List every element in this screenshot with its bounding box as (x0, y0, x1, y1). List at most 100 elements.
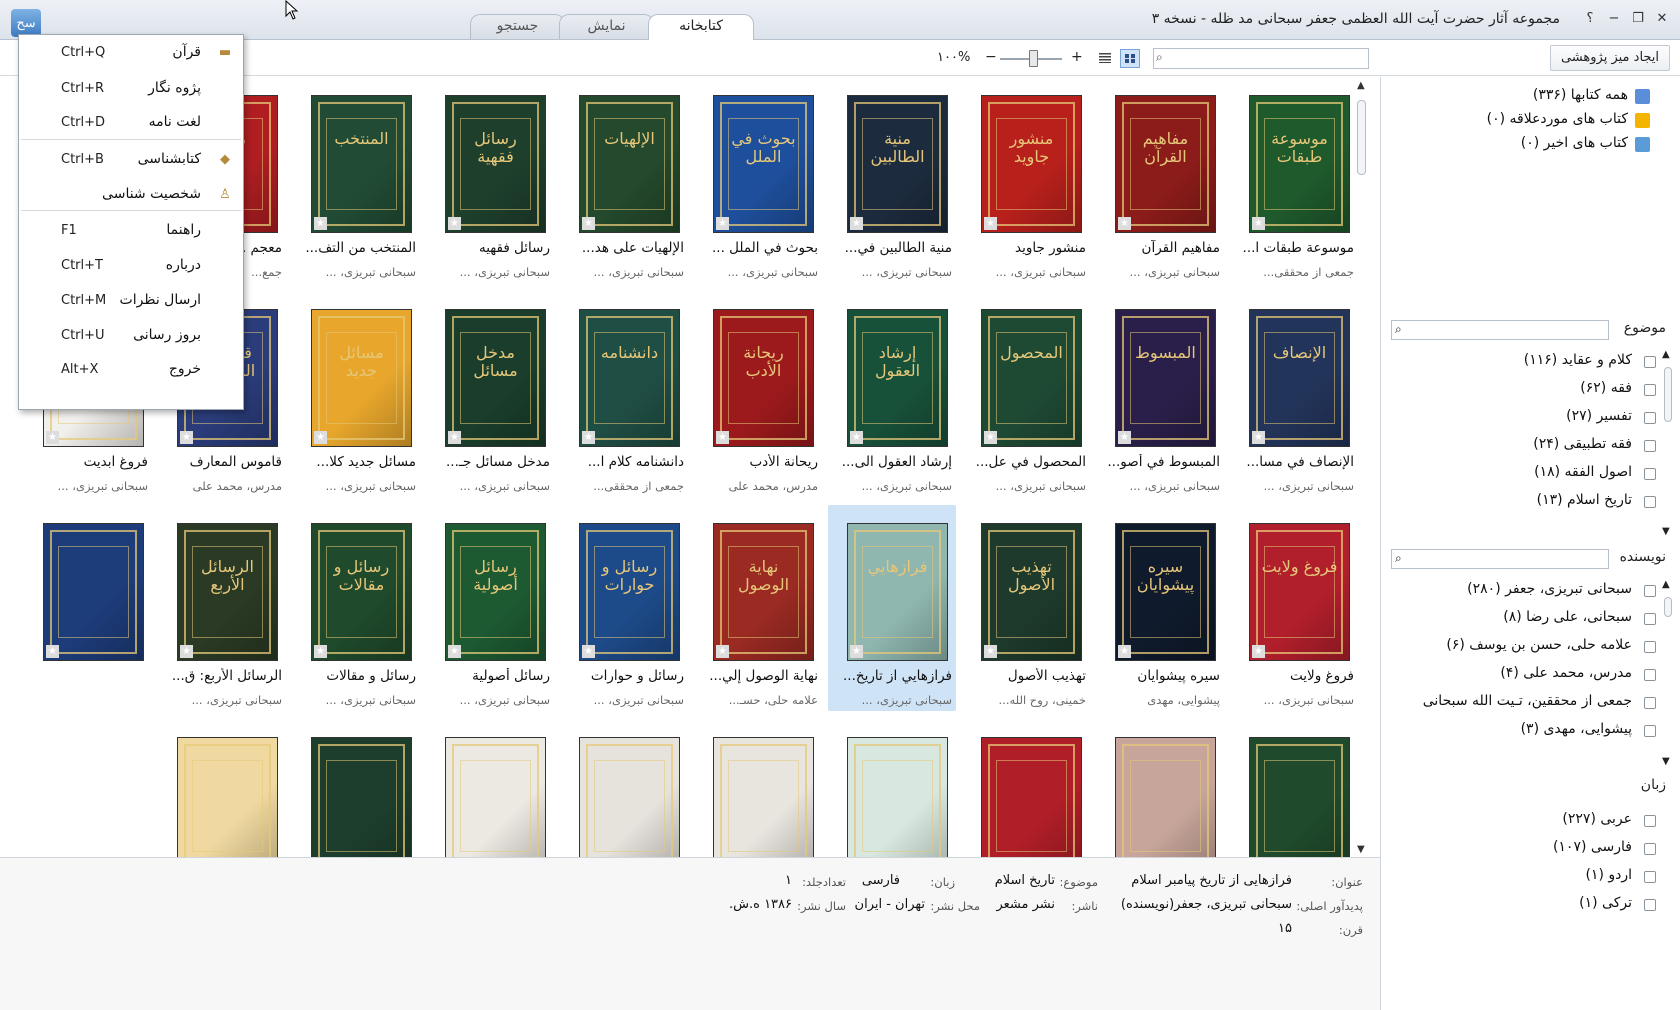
app-logo-menu-button[interactable]: سح (11, 9, 41, 37)
close-button[interactable]: ✕ (1652, 10, 1672, 28)
favorite-star-icon[interactable]: ★ (582, 645, 595, 658)
filter-checkbox[interactable] (1644, 356, 1656, 368)
book-cover[interactable]: دانشنامه ★ (579, 309, 680, 447)
filter-checkbox[interactable] (1644, 669, 1656, 681)
sidebar-item-favorites[interactable]: کتاب های موردعلاقه (۰) (1487, 111, 1628, 127)
book-card[interactable] (828, 719, 956, 857)
favorite-star-icon[interactable]: ★ (984, 645, 997, 658)
book-cover[interactable]: ★ (43, 523, 144, 661)
filter-checkbox[interactable] (1644, 468, 1656, 480)
search-input[interactable] (1174, 50, 1364, 67)
favorite-star-icon[interactable]: ★ (314, 431, 327, 444)
book-cover[interactable]: المنتخب ★ (311, 95, 412, 233)
menu-item[interactable]: پژوه نگار Ctrl+R (19, 71, 243, 107)
book-cover[interactable]: مسائل جديد ★ (311, 309, 412, 447)
filter-checkbox[interactable] (1644, 815, 1656, 827)
filter-checkbox[interactable] (1644, 899, 1656, 911)
book-card[interactable]: إرشاد العقول ★ إرشاد العقول الى... سبحانی ت… (828, 291, 956, 497)
scrollbar-thumb[interactable] (1664, 367, 1672, 422)
restore-button[interactable]: ❐ (1628, 10, 1648, 28)
book-card[interactable] (292, 719, 420, 857)
filter-option-label[interactable]: ترکی (۱) (1579, 895, 1632, 911)
favorite-star-icon[interactable]: ★ (448, 645, 461, 658)
book-card[interactable]: فرازهايي ★ فرازهايي از تاريخ... سبحانی تبری… (828, 505, 956, 711)
book-cover[interactable]: منية الطالبين ★ (847, 95, 948, 233)
book-card[interactable] (560, 719, 688, 857)
favorite-star-icon[interactable]: ★ (1252, 645, 1265, 658)
book-cover[interactable] (445, 737, 546, 857)
filter-option-label[interactable]: اردو (۱) (1585, 867, 1632, 883)
author-filter-input[interactable] (1414, 551, 1604, 567)
scroll-up-icon[interactable]: ▲ (1662, 579, 1670, 590)
book-card[interactable]: رسائل و مقالات ★ رسائل و مقالات سبحانی تبری… (292, 505, 420, 711)
book-card[interactable] (1230, 719, 1358, 857)
menu-item[interactable]: قرآن Ctrl+Q ▬ (19, 35, 243, 71)
filter-checkbox[interactable] (1644, 843, 1656, 855)
book-cover[interactable]: بحوث في الملل ★ (713, 95, 814, 233)
book-card[interactable]: تهذيب الأصول ★ تهذيب الأصول خمینی، روح الله… (962, 505, 1090, 711)
filter-checkbox[interactable] (1644, 585, 1656, 597)
book-card[interactable]: مدخل مسائل ★ مدخل مسائل جـ... سبحانی تبریزی… (426, 291, 554, 497)
filter-option-label[interactable]: فارسی (۱۰۷) (1553, 839, 1632, 855)
book-cover[interactable]: سيره پيشوايان ★ (1115, 523, 1216, 661)
favorite-star-icon[interactable]: ★ (1118, 217, 1131, 230)
filter-option-label[interactable]: سبحانی، علی رضا (۸) (1503, 609, 1632, 625)
subject-filter-input[interactable] (1414, 322, 1604, 338)
book-cover[interactable]: فروغ ولايت ★ (1249, 523, 1350, 661)
favorite-star-icon[interactable]: ★ (314, 645, 327, 658)
search-icon[interactable]: ⌕ (1395, 551, 1402, 566)
book-card[interactable] (426, 719, 554, 857)
book-card[interactable]: الرسائل الأربع ★ الرسائل الأربع: ق... سبحان… (158, 505, 286, 711)
menu-item[interactable]: درباره Ctrl+T (19, 248, 243, 284)
tab-library[interactable]: کتابخانه (648, 14, 754, 40)
book-cover[interactable] (311, 737, 412, 857)
favorite-star-icon[interactable]: ★ (46, 431, 59, 444)
minimize-button[interactable]: − (1604, 10, 1624, 28)
book-cover[interactable] (981, 737, 1082, 857)
zoom-in-button[interactable]: + (1071, 49, 1083, 65)
favorite-star-icon[interactable]: ★ (850, 217, 863, 230)
book-cover[interactable]: رسائل فقهية ★ (445, 95, 546, 233)
scrollbar-thumb[interactable] (1357, 100, 1366, 175)
filter-checkbox[interactable] (1644, 641, 1656, 653)
filter-option-label[interactable]: جمعی از محققین، تـیت الله سبحانی (1423, 693, 1632, 709)
favorite-star-icon[interactable]: ★ (984, 431, 997, 444)
book-cover[interactable]: رسائل و مقالات ★ (311, 523, 412, 661)
book-cover[interactable]: إرشاد العقول ★ (847, 309, 948, 447)
book-card[interactable] (694, 719, 822, 857)
book-card[interactable]: مسائل جديد ★ مسائل جديد كلا... سبحانی تبریز… (292, 291, 420, 497)
scroll-up-icon[interactable]: ▲ (1662, 349, 1670, 360)
favorite-star-icon[interactable]: ★ (314, 217, 327, 230)
favorite-star-icon[interactable]: ★ (582, 431, 595, 444)
filter-option-label[interactable]: تاریخ اسلام (۱۳) (1537, 492, 1632, 508)
search-icon[interactable]: ⌕ (1156, 50, 1163, 65)
book-card[interactable]: المبسوط ★ المبسوط في أصو... سبحانی تبریزی، … (1096, 291, 1224, 497)
help-button[interactable]: ؟ (1580, 10, 1600, 28)
favorite-star-icon[interactable]: ★ (850, 431, 863, 444)
favorite-star-icon[interactable]: ★ (1118, 431, 1131, 444)
subject-list-scrollbar[interactable]: ▲ ▼ (1662, 349, 1674, 537)
book-card[interactable]: دانشنامه ★ دانشنامه کلام ا... جمعی از محققی… (560, 291, 688, 497)
favorite-star-icon[interactable]: ★ (850, 645, 863, 658)
tab-search[interactable]: جستجو (470, 14, 565, 39)
book-cover[interactable] (1115, 737, 1216, 857)
scrollbar-thumb[interactable] (1664, 597, 1672, 617)
book-cover[interactable]: منشور جاويد ★ (981, 95, 1082, 233)
scroll-down-icon[interactable]: ▼ (1662, 526, 1670, 537)
book-card[interactable]: مفاهيم القرآن ★ مفاهيم القرآن سبحانی تبریزی… (1096, 77, 1224, 283)
menu-item[interactable]: شخصیت شناسی ♙ (19, 177, 243, 213)
scroll-down-icon[interactable]: ▼ (1662, 756, 1670, 767)
book-cover[interactable]: الإنصاف ★ (1249, 309, 1350, 447)
filter-checkbox[interactable] (1644, 871, 1656, 883)
scroll-down-icon[interactable]: ▼ (1357, 844, 1365, 855)
book-cover[interactable]: مدخل مسائل ★ (445, 309, 546, 447)
book-card[interactable]: سيره پيشوايان ★ سيره پيشوايان پیشوایی، مهدی (1096, 505, 1224, 711)
book-card[interactable]: موسوعة طبقات ★ موسوعة طبقات ا... جمعی از مح… (1230, 77, 1358, 283)
book-cover[interactable] (1249, 737, 1350, 857)
favorite-star-icon[interactable]: ★ (448, 217, 461, 230)
zoom-slider-handle[interactable] (1029, 50, 1038, 67)
book-card[interactable]: الإنصاف ★ الإنصاف في مسا... سبحانی تبریزی، … (1230, 291, 1358, 497)
scroll-up-icon[interactable]: ▲ (1357, 80, 1365, 91)
filter-option-label[interactable]: فقه تطبیقی (۲۴) (1533, 436, 1632, 452)
search-icon[interactable]: ⌕ (1395, 322, 1402, 337)
